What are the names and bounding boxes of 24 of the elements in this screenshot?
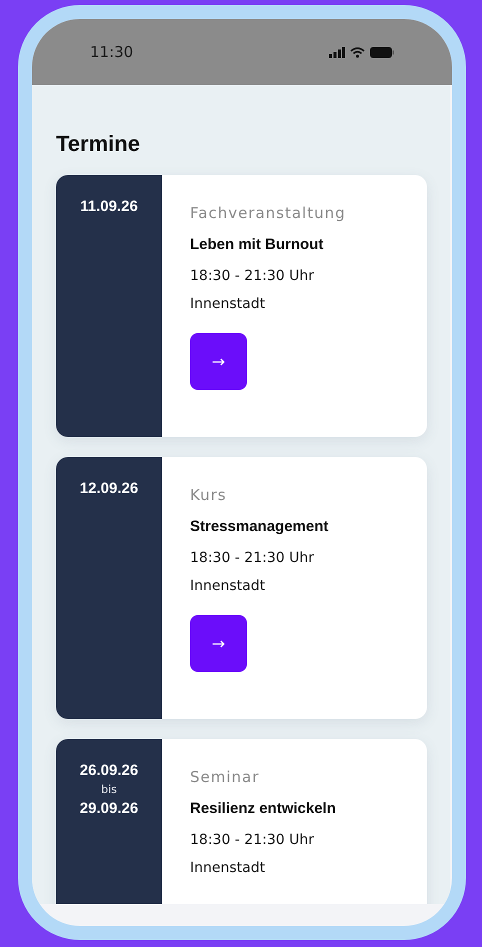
event-title: Leben mit Burnout <box>190 235 324 255</box>
event-date: 26.09.26 <box>80 761 138 781</box>
battery-icon <box>370 46 394 58</box>
details-button[interactable]: → <box>190 333 247 390</box>
event-location: Innenstadt <box>190 859 266 877</box>
details-button[interactable]: → <box>190 615 247 672</box>
event-time: 18:30 - 21:30 Uhr <box>190 831 314 849</box>
wifi-icon <box>350 46 365 58</box>
event-title: Stressmanagement <box>190 517 328 537</box>
event-date: 12.09.26 <box>80 479 138 499</box>
event-title: Resilienz entwickeln <box>190 799 336 819</box>
page-title: Termine <box>56 130 141 158</box>
status-time: 11:30 <box>90 43 134 61</box>
event-location: Innenstadt <box>190 295 266 313</box>
event-date: 11.09.26 <box>80 197 138 217</box>
event-time: 18:30 - 21:30 Uhr <box>190 267 314 285</box>
event-date: 29.09.26 <box>80 799 138 819</box>
signal-icon <box>329 46 345 58</box>
event-category: Seminar <box>190 767 260 787</box>
event-location: Innenstadt <box>190 577 266 595</box>
event-time: 18:30 - 21:30 Uhr <box>190 549 314 567</box>
date-separator: bis <box>101 782 117 798</box>
event-category: Kurs <box>190 485 227 505</box>
event-category: Fachveranstaltung <box>190 203 346 223</box>
